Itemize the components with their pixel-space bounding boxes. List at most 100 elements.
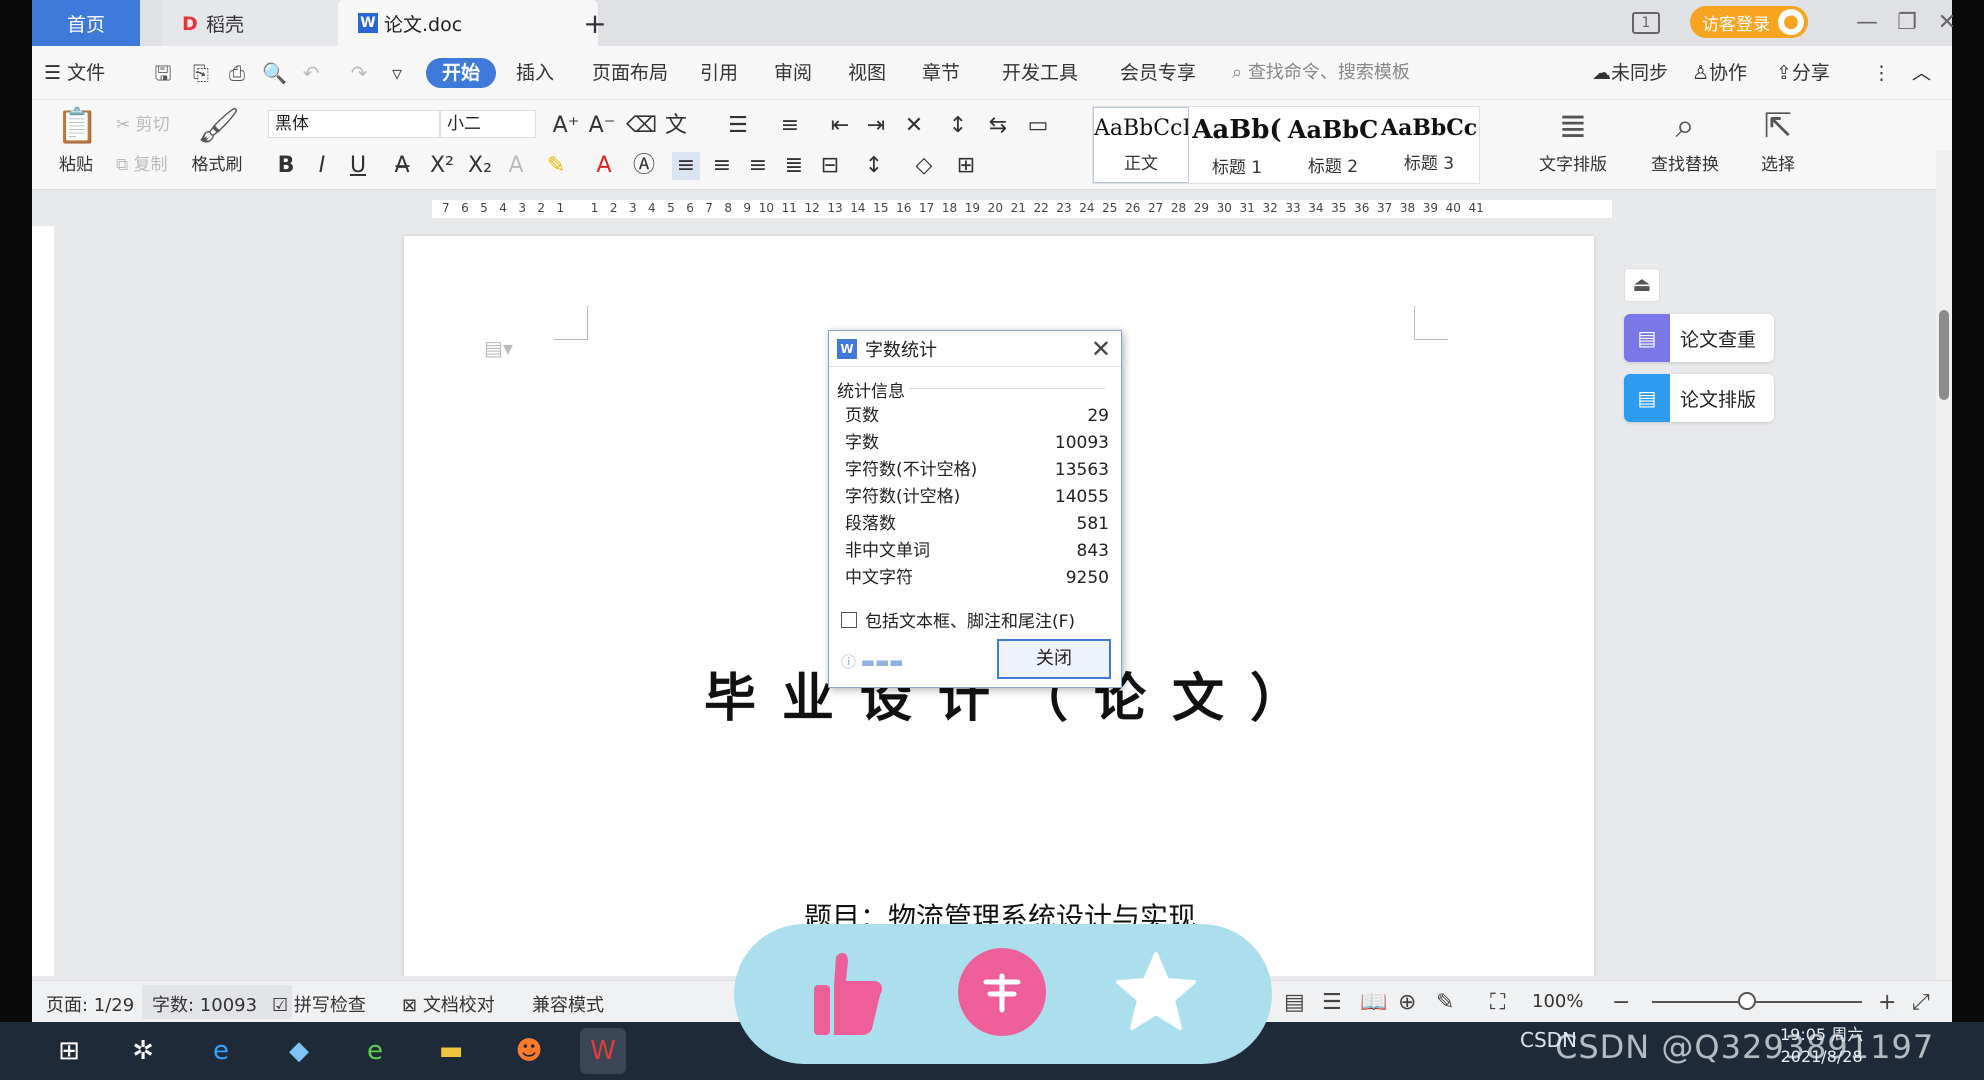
- subscript-icon[interactable]: X₂: [466, 152, 494, 180]
- menu-file[interactable]: ☰ 文件: [44, 58, 105, 88]
- help-icon[interactable]: ⓘ ▬▬▬: [841, 651, 903, 672]
- strikethrough-icon[interactable]: A̶: [388, 152, 416, 180]
- print-preview-icon[interactable]: 🔍: [262, 62, 287, 84]
- grow-font-icon[interactable]: A⁺: [552, 112, 580, 140]
- select-button[interactable]: ⇱ 选择: [1748, 106, 1808, 175]
- italic-icon[interactable]: I: [308, 152, 336, 180]
- save-icon[interactable]: 🖫: [152, 62, 174, 84]
- cut-button[interactable]: ✂ 剪切: [116, 110, 170, 135]
- paper-layout-button[interactable]: ▤ 论文排版: [1624, 374, 1774, 422]
- dialog-close-icon[interactable]: ✕: [1091, 335, 1111, 363]
- find-replace-button[interactable]: ⌕ 查找替换: [1640, 106, 1730, 175]
- align-left-icon[interactable]: ≡: [672, 152, 700, 180]
- more-icon[interactable]: ⋮: [1872, 58, 1891, 88]
- align-center-icon[interactable]: ≡: [708, 152, 736, 180]
- text-layout-button[interactable]: ≣ 文字排版: [1528, 106, 1618, 175]
- menu-member[interactable]: 会员专享: [1120, 58, 1196, 88]
- borders-icon[interactable]: ⊞: [952, 152, 980, 180]
- increase-indent-icon[interactable]: ⇥: [862, 112, 890, 140]
- chinese-layout-icon[interactable]: ✕: [900, 112, 928, 140]
- fit-page-icon[interactable]: ⛶: [1490, 990, 1505, 1015]
- customize-icon[interactable]: ▿: [386, 62, 408, 84]
- menu-review[interactable]: 审阅: [774, 58, 812, 88]
- redo-icon[interactable]: ↷: [348, 62, 370, 84]
- fullscreen-icon[interactable]: ⤢: [1912, 990, 1930, 1015]
- superscript-icon[interactable]: X²: [428, 152, 456, 180]
- style-heading-1[interactable]: AaBb( 标题 1: [1189, 107, 1285, 183]
- side-panel-collapse-icon[interactable]: ⏏: [1624, 268, 1660, 302]
- font-color-icon[interactable]: A: [590, 152, 618, 180]
- ie-browser-icon[interactable]: e: [198, 1028, 244, 1074]
- style-heading-3[interactable]: AaBbCcl 标题 3: [1381, 107, 1477, 183]
- bullets-icon[interactable]: ☰: [724, 112, 752, 140]
- tab-daoke[interactable]: D 稻壳: [162, 0, 362, 46]
- window-layout-icon[interactable]: 1: [1632, 12, 1660, 34]
- zoom-slider[interactable]: [1652, 1001, 1862, 1003]
- line-spacing-icon[interactable]: ↕: [860, 152, 888, 180]
- zoom-level[interactable]: 100%: [1532, 991, 1583, 1012]
- decrease-indent-icon[interactable]: ⇤: [826, 112, 854, 140]
- phonetic-icon[interactable]: 文: [662, 112, 690, 140]
- zoom-in-icon[interactable]: +: [1878, 990, 1896, 1015]
- align-right-icon[interactable]: ≡: [744, 152, 772, 180]
- numbering-icon[interactable]: ≡: [776, 112, 804, 140]
- char-border-icon[interactable]: Ⓐ: [630, 152, 658, 180]
- underline-icon[interactable]: U: [344, 152, 372, 180]
- text-effect-icon[interactable]: A: [502, 152, 530, 180]
- app-icon[interactable]: ◆: [276, 1028, 322, 1074]
- tab-home[interactable]: 首页: [32, 0, 140, 46]
- font-size-select[interactable]: 小二: [440, 110, 536, 138]
- vertical-ruler[interactable]: [32, 226, 54, 976]
- restore-icon[interactable]: ❐: [1892, 8, 1922, 38]
- zoom-slider-thumb[interactable]: [1738, 992, 1756, 1010]
- collab-button[interactable]: ♙协作: [1692, 58, 1747, 88]
- app-icon[interactable]: ☻: [506, 1028, 552, 1074]
- horizontal-ruler[interactable]: 7 6 5 4 3 2 1 1 2 3 4 5 6 7 8 9 10 11 12…: [32, 190, 1952, 226]
- outline-view-icon[interactable]: ☰: [1322, 990, 1342, 1015]
- visitor-login-button[interactable]: 访客登录 ●: [1690, 6, 1808, 38]
- sort-icon[interactable]: ↕: [944, 112, 972, 140]
- copy-button[interactable]: ⧉ 复制: [116, 150, 168, 175]
- file-explorer-icon[interactable]: ▬: [428, 1028, 474, 1074]
- export-icon[interactable]: ⎘: [190, 62, 212, 84]
- show-marks-icon[interactable]: ⇆: [984, 112, 1012, 140]
- style-normal[interactable]: AaBbCcI 正文: [1093, 107, 1189, 183]
- spell-check-button[interactable]: ☑ 拼写检查: [272, 991, 366, 1017]
- highlight-icon[interactable]: ✎: [542, 152, 570, 180]
- page-view-icon[interactable]: ▤: [1284, 990, 1305, 1015]
- paste-button[interactable]: 📋 粘贴: [46, 106, 106, 175]
- web-view-icon[interactable]: ⊕: [1398, 990, 1416, 1015]
- shrink-font-icon[interactable]: A⁻: [588, 112, 616, 140]
- share-button[interactable]: ⇪分享: [1776, 58, 1830, 88]
- vertical-scrollbar[interactable]: [1936, 150, 1952, 980]
- table-border-icon[interactable]: ▭: [1024, 112, 1052, 140]
- paragraph-options-icon[interactable]: ▤▾: [484, 336, 513, 360]
- paper-check-button[interactable]: ▤ 论文查重: [1624, 314, 1774, 362]
- shading-icon[interactable]: ◇: [910, 152, 938, 180]
- close-icon[interactable]: ✕: [1932, 8, 1962, 38]
- style-heading-2[interactable]: AaBbC 标题 2: [1285, 107, 1381, 183]
- menu-chapter[interactable]: 章节: [922, 58, 960, 88]
- justify-icon[interactable]: ≣: [780, 152, 808, 180]
- distribute-icon[interactable]: ⊟: [816, 152, 844, 180]
- app-icon[interactable]: ✲: [120, 1028, 166, 1074]
- include-textbox-checkbox[interactable]: 包括文本框、脚注和尾注(F): [841, 607, 1075, 632]
- checkbox-box[interactable]: [841, 611, 857, 628]
- thumbs-up-icon[interactable]: [804, 948, 892, 1036]
- zoom-out-icon[interactable]: −: [1612, 990, 1630, 1015]
- reading-view-icon[interactable]: 📖: [1360, 990, 1387, 1015]
- pen-icon[interactable]: ✎: [1436, 990, 1454, 1015]
- star-icon[interactable]: [1112, 948, 1200, 1036]
- dialog-close-button[interactable]: 关闭: [997, 639, 1111, 679]
- menu-insert[interactable]: 插入: [516, 58, 554, 88]
- word-count-status[interactable]: 字数: 10093: [152, 991, 257, 1017]
- bold-icon[interactable]: B: [272, 152, 300, 180]
- menu-view[interactable]: 视图: [848, 58, 886, 88]
- sync-status[interactable]: ☁未同步: [1592, 58, 1668, 88]
- print-icon[interactable]: ⎙: [226, 62, 248, 84]
- coin-icon[interactable]: [958, 948, 1046, 1036]
- font-name-select[interactable]: 黑体: [268, 110, 440, 138]
- page-indicator[interactable]: 页面: 1/29: [46, 991, 134, 1017]
- wps-taskbar-icon[interactable]: W: [580, 1028, 626, 1074]
- collapse-ribbon-icon[interactable]: ︿: [1912, 58, 1931, 88]
